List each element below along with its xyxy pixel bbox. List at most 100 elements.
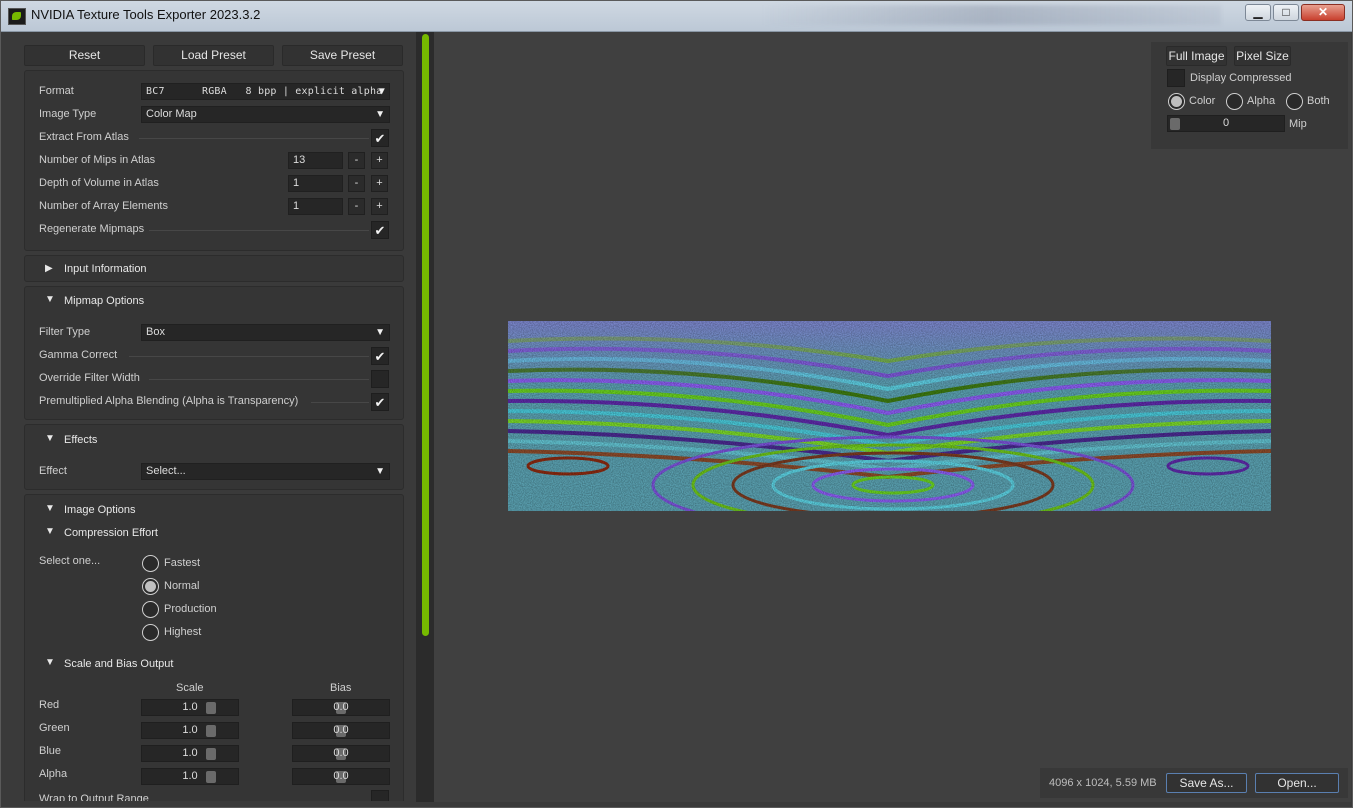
effect-dropdown[interactable]: Select... ▼ [141,463,390,480]
alpha-bias-slider[interactable]: 0.0 [292,768,390,785]
image-options-header[interactable]: Image Options [64,504,136,516]
green-bias-slider[interactable]: 0.0 [292,722,390,739]
chevron-down-icon: ▼ [375,327,385,338]
collapse-arrow-icon[interactable]: ▼ [45,657,55,668]
override-filter-width-checkbox[interactable] [371,370,389,388]
red-bias-slider[interactable]: 0.0 [292,699,390,716]
premultiplied-alpha-label: Premultiplied Alpha Blending (Alpha is T… [39,395,299,407]
blue-scale-slider[interactable]: 1.0 [141,745,239,762]
collapse-arrow-icon[interactable]: ▼ [45,503,55,514]
green-scale-value: 1.0 [182,724,198,736]
pixel-size-button[interactable]: Pixel Size [1234,46,1291,66]
load-preset-button[interactable]: Load Preset [153,45,274,66]
slider-grab[interactable] [206,725,216,737]
texture-preview-graphic [508,321,1271,511]
display-compressed-checkbox[interactable] [1167,69,1185,87]
filter-type-dropdown[interactable]: Box ▼ [141,324,390,341]
chevron-down-icon: ▼ [375,466,385,477]
slider-grab[interactable] [1170,118,1180,130]
highest-radio[interactable] [142,624,159,641]
expand-arrow-icon: ▶ [45,263,53,274]
both-channel-radio[interactable] [1286,93,1303,110]
scale-bias-header[interactable]: Scale and Bias Output [64,658,173,670]
sidebar-scrollbar-thumb[interactable] [422,34,429,636]
depth-of-volume-input[interactable]: 1 [288,175,343,192]
production-radio[interactable] [142,601,159,618]
format-value: BC7 RGBA 8 bpp | explicit alpha [146,86,383,97]
slider-grab[interactable] [206,771,216,783]
compression-prompt-label: Select one... [39,555,101,567]
status-bar: 4096 x 1024, 5.59 MB Save As... Open... [1040,768,1348,798]
array-decrement-button[interactable]: - [348,198,365,215]
fastest-label: Fastest [164,557,201,569]
filter-type-label: Filter Type [39,326,91,338]
input-information-section[interactable]: ▶ Input Information [24,255,404,282]
main-settings-panel: Format BC7 RGBA 8 bpp | explicit alpha ▼… [24,70,404,251]
full-image-button[interactable]: Full Image [1166,46,1227,66]
mips-decrement-button[interactable]: - [348,152,365,169]
maximize-button[interactable]: □ [1273,4,1299,21]
collapse-arrow-icon[interactable]: ▼ [45,294,55,305]
highest-label: Highest [164,626,202,638]
effect-value: Select... [146,465,186,477]
extract-from-atlas-checkbox[interactable]: ✔ [371,129,389,147]
filter-type-value: Box [146,326,165,338]
normal-radio[interactable] [142,578,159,595]
depth-of-volume-label: Depth of Volume in Atlas [39,177,159,189]
extract-from-atlas-label: Extract From Atlas [39,131,129,143]
mip-label: Mip [1289,118,1307,130]
close-button[interactable]: ✕ [1301,4,1345,21]
premultiplied-alpha-checkbox[interactable]: ✔ [371,393,389,411]
save-preset-button[interactable]: Save Preset [282,45,403,66]
minimize-button[interactable]: ▁ [1245,4,1271,21]
slider-grab[interactable] [206,748,216,760]
collapse-arrow-icon[interactable]: ▼ [45,433,55,444]
mips-increment-button[interactable]: + [371,152,388,169]
fastest-radio[interactable] [142,555,159,572]
mipmap-options-header[interactable]: Mipmap Options [64,295,144,307]
scale-column-header: Scale [176,682,204,694]
image-type-value: Color Map [146,108,197,120]
save-as-button[interactable]: Save As... [1166,773,1247,793]
checkmark-icon: ✔ [374,395,386,410]
alpha-channel-radio[interactable] [1226,93,1243,110]
divider [129,356,369,357]
mips-in-atlas-input[interactable]: 13 [288,152,343,169]
mipmap-options-panel: ▼ Mipmap Options Filter Type Box ▼ Gamma… [24,286,404,420]
image-type-dropdown[interactable]: Color Map ▼ [141,106,390,123]
alpha-bias-value: 0.0 [333,770,349,782]
array-increment-button[interactable]: + [371,198,388,215]
mips-in-atlas-label: Number of Mips in Atlas [39,154,156,166]
blue-scale-value: 1.0 [182,747,198,759]
effects-header[interactable]: Effects [64,434,97,446]
depth-increment-button[interactable]: + [371,175,388,192]
mip-slider[interactable]: 0 [1167,115,1285,132]
alpha-scale-value: 1.0 [182,770,198,782]
title-bar[interactable]: NVIDIA Texture Tools Exporter 2023.3.2 ▁… [1,1,1352,32]
compression-effort-header[interactable]: Compression Effort [64,527,158,539]
nvidia-logo-icon [8,8,26,25]
reset-button[interactable]: Reset [24,45,145,66]
checkmark-icon: ✔ [374,223,386,238]
collapse-arrow-icon[interactable]: ▼ [45,526,55,537]
depth-decrement-button[interactable]: - [348,175,365,192]
color-channel-radio[interactable] [1168,93,1185,110]
alpha-scale-slider[interactable]: 1.0 [141,768,239,785]
format-dropdown[interactable]: BC7 RGBA 8 bpp | explicit alpha ▼ [141,83,390,100]
regenerate-mipmaps-checkbox[interactable]: ✔ [371,221,389,239]
minimize-icon: ▁ [1253,5,1263,19]
green-label: Green [39,722,70,734]
green-scale-slider[interactable]: 1.0 [141,722,239,739]
slider-grab[interactable] [206,702,216,714]
image-type-label: Image Type [39,108,97,120]
both-channel-label: Both [1307,95,1330,107]
array-elements-input[interactable]: 1 [288,198,343,215]
red-scale-slider[interactable]: 1.0 [141,699,239,716]
blue-bias-slider[interactable]: 0.0 [292,745,390,762]
window-title: NVIDIA Texture Tools Exporter 2023.3.2 [31,7,261,22]
checkmark-icon: ✔ [374,349,386,364]
gamma-correct-checkbox[interactable]: ✔ [371,347,389,365]
wrap-output-range-checkbox[interactable] [371,790,389,801]
format-label: Format [39,85,74,97]
open-button[interactable]: Open... [1255,773,1339,793]
